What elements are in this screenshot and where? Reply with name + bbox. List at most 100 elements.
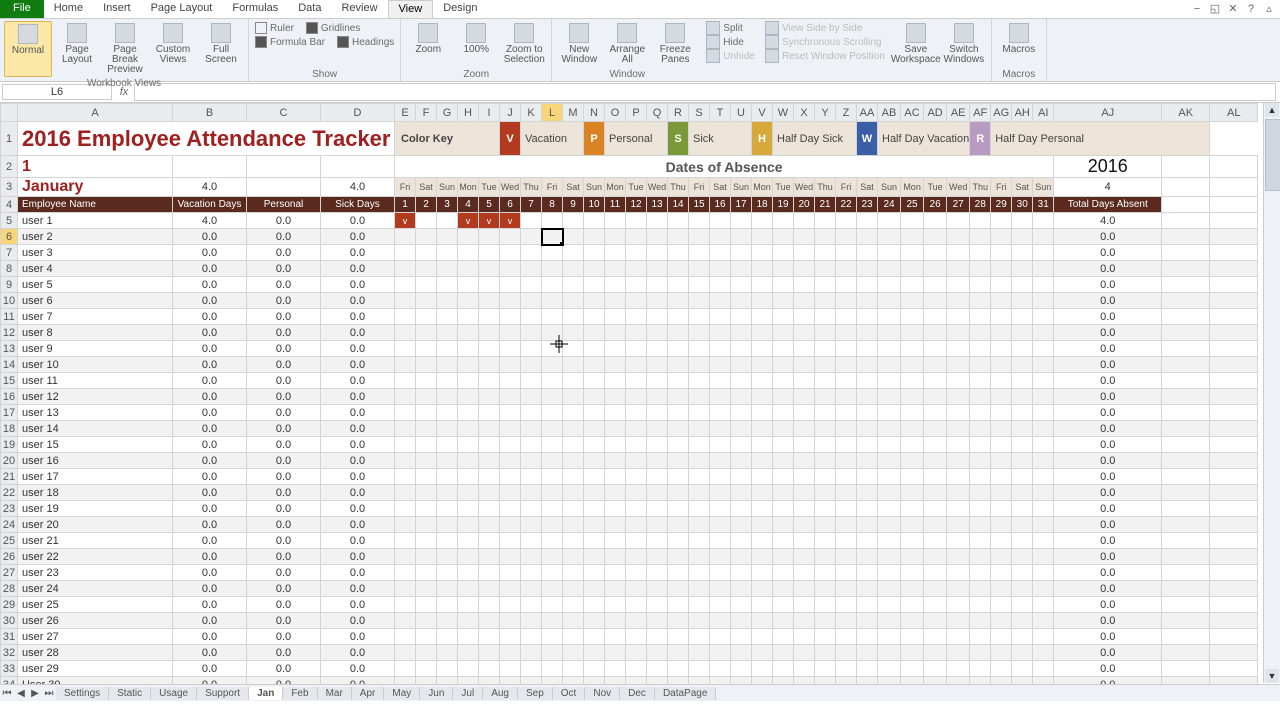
cell-name-11[interactable]: user 7 [18,309,173,325]
cell-9-31[interactable] [1033,277,1054,293]
cell-per-6[interactable]: 0.0 [247,229,321,245]
cell-20-29[interactable] [991,453,1012,469]
cell-5-12[interactable] [626,213,647,229]
cell-23-28[interactable] [970,501,991,517]
cell-16-5[interactable] [479,389,500,405]
cell-12-20[interactable] [794,325,815,341]
sheet-tab-support[interactable]: Support [197,687,249,700]
cell-14-9[interactable] [563,357,584,373]
cell-33-1[interactable] [395,661,416,677]
cell-31-12[interactable] [626,629,647,645]
cell-10-27[interactable] [947,293,970,309]
cell-33-30[interactable] [1012,661,1033,677]
vertical-scrollbar[interactable]: ▲ ▼ [1263,103,1280,683]
cell-29-22[interactable] [836,597,857,613]
cell-25-30[interactable] [1012,533,1033,549]
cell-13-1[interactable] [395,341,416,357]
cell-18-16[interactable] [710,421,731,437]
cell-10-10[interactable] [584,293,605,309]
cell-19-8[interactable] [542,437,563,453]
cell-30-12[interactable] [626,613,647,629]
cell-12-3[interactable] [437,325,458,341]
cell-15-30[interactable] [1012,373,1033,389]
cell-31-9[interactable] [563,629,584,645]
cell-11-3[interactable] [437,309,458,325]
cell-27-13[interactable] [647,565,668,581]
row-header-20[interactable]: 20 [1,453,18,469]
cell-29-10[interactable] [584,597,605,613]
cell-vac-7[interactable]: 0.0 [173,245,247,261]
cell-17-14[interactable] [668,405,689,421]
cell-16-17[interactable] [731,389,752,405]
cell-26-16[interactable] [710,549,731,565]
page-break-preview-button[interactable]: Page Break Preview [102,21,148,77]
cell-9-10[interactable] [584,277,605,293]
cell-32-12[interactable] [626,645,647,661]
cell-26-9[interactable] [563,549,584,565]
cell-25-7[interactable] [521,533,542,549]
cell-16-23[interactable] [857,389,878,405]
cell-19-25[interactable] [901,437,924,453]
cell-22-14[interactable] [668,485,689,501]
cell-sick-7[interactable]: 0.0 [321,245,395,261]
row-header-3[interactable]: 3 [1,178,18,197]
cell-31-31[interactable] [1033,629,1054,645]
cell-31-25[interactable] [901,629,924,645]
cell-29-21[interactable] [815,597,836,613]
cell-25-20[interactable] [794,533,815,549]
cell-29-27[interactable] [947,597,970,613]
cell-28-21[interactable] [815,581,836,597]
cell-27-26[interactable] [924,565,947,581]
cell-29-16[interactable] [710,597,731,613]
tab-nav-first-icon[interactable]: ⏮ [0,688,14,699]
cell-7-6[interactable] [500,245,521,261]
cell-8-20[interactable] [794,261,815,277]
cell-10-15[interactable] [689,293,710,309]
cell-18-18[interactable] [752,421,773,437]
cell-33-14[interactable] [668,661,689,677]
cell-tot-31[interactable]: 0.0 [1054,629,1162,645]
cell-29-9[interactable] [563,597,584,613]
cell-27-28[interactable] [970,565,991,581]
cell-22-28[interactable] [970,485,991,501]
cell-13-21[interactable] [815,341,836,357]
cell-9-27[interactable] [947,277,970,293]
cell-32-29[interactable] [991,645,1012,661]
cell-16-22[interactable] [836,389,857,405]
cell-23-5[interactable] [479,501,500,517]
cell-26-26[interactable] [924,549,947,565]
cell-27-20[interactable] [794,565,815,581]
cell-17-28[interactable] [970,405,991,421]
cell-7-14[interactable] [668,245,689,261]
cell-12-19[interactable] [773,325,794,341]
cell-6-19[interactable] [773,229,794,245]
cell-25-18[interactable] [752,533,773,549]
cell-11-18[interactable] [752,309,773,325]
cell-7-27[interactable] [947,245,970,261]
cell-9-18[interactable] [752,277,773,293]
cell-8-24[interactable] [878,261,901,277]
cell-22-12[interactable] [626,485,647,501]
cell-20-3[interactable] [437,453,458,469]
cell-20-16[interactable] [710,453,731,469]
cell-14-8[interactable] [542,357,563,373]
cell-23-25[interactable] [901,501,924,517]
cell-32-6[interactable] [500,645,521,661]
cell-24-18[interactable] [752,517,773,533]
cell-13-29[interactable] [991,341,1012,357]
cell-tot-12[interactable]: 0.0 [1054,325,1162,341]
cell-22-5[interactable] [479,485,500,501]
cell-21-14[interactable] [668,469,689,485]
cell-30-4[interactable] [458,613,479,629]
cell-name-22[interactable]: user 18 [18,485,173,501]
cell-sick-23[interactable]: 0.0 [321,501,395,517]
cell-16-12[interactable] [626,389,647,405]
cell-11-11[interactable] [605,309,626,325]
cell-20-1[interactable] [395,453,416,469]
cell-20-11[interactable] [605,453,626,469]
cell-23-13[interactable] [647,501,668,517]
cell-20-8[interactable] [542,453,563,469]
cell-17-18[interactable] [752,405,773,421]
col-header-E[interactable]: E [395,104,416,122]
cell-tot-26[interactable]: 0.0 [1054,549,1162,565]
